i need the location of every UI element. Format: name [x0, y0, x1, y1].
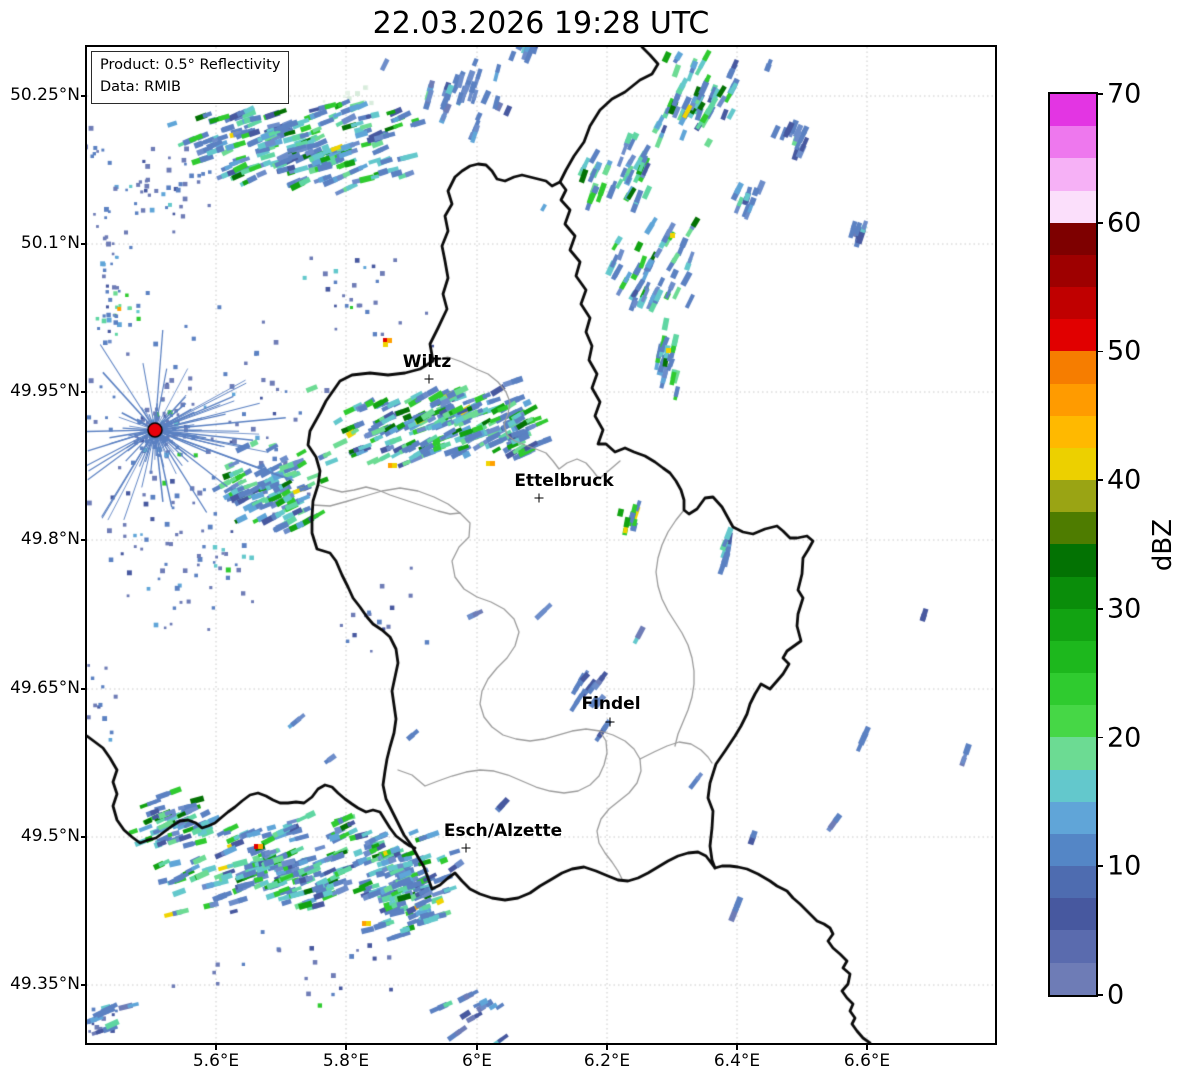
radar-map-canvas	[87, 47, 995, 1043]
x-tick-label: 6.4°E	[713, 1051, 761, 1071]
colorbar-tick-label: 40	[1107, 464, 1142, 496]
colorbar-segment	[1050, 801, 1096, 834]
colorbar-tick-label: 10	[1107, 850, 1142, 882]
y-tick-mark	[81, 688, 86, 690]
city-label: Esch/Alzette	[443, 821, 563, 841]
colorbar-segment	[1050, 319, 1096, 352]
colorbar-tick-mark	[1097, 736, 1103, 739]
colorbar-segment	[1050, 512, 1096, 545]
y-tick-label: 49.65°N	[10, 678, 80, 698]
x-tick-mark	[866, 1045, 868, 1050]
x-tick-label: 5.8°E	[322, 1051, 370, 1071]
city-label: Findel	[581, 694, 641, 714]
colorbar-segment	[1050, 544, 1096, 577]
colorbar-tick-mark	[1097, 221, 1103, 224]
city-marker-cross	[534, 493, 545, 504]
x-tick-mark	[736, 1045, 738, 1050]
colorbar	[1050, 94, 1096, 995]
colorbar-segment	[1050, 608, 1096, 641]
colorbar-unit-label: dBZ	[1148, 518, 1178, 572]
colorbar-tick-label: 50	[1107, 335, 1142, 367]
colorbar-tick-mark	[1097, 93, 1103, 95]
product-info-box: Product: 0.5° Reflectivity Data: RMIB	[91, 51, 290, 104]
city-label: Wiltz	[402, 352, 452, 372]
y-tick-mark	[81, 243, 86, 245]
colorbar-segment	[1050, 383, 1096, 416]
colorbar-tick-label: 30	[1107, 593, 1142, 625]
colorbar-segment	[1050, 640, 1096, 674]
colorbar-segment	[1050, 898, 1096, 931]
x-tick-label: 5.6°E	[192, 1051, 240, 1071]
colorbar-tick-label: 70	[1107, 78, 1142, 110]
y-tick-label: 50.25°N	[10, 85, 80, 105]
colorbar-segment	[1050, 769, 1096, 802]
product-info-line2: Data: RMIB	[100, 78, 181, 95]
colorbar-segment	[1050, 415, 1096, 448]
city-marker-cross	[605, 717, 616, 728]
colorbar-segment	[1050, 94, 1096, 127]
city-label: Ettelbruck	[514, 471, 614, 491]
colorbar-segment	[1050, 222, 1096, 255]
colorbar-segment	[1050, 287, 1096, 320]
x-tick-mark	[606, 1045, 608, 1050]
figure-title: 22.03.2026 19:28 UTC	[372, 6, 710, 41]
colorbar-segment	[1050, 190, 1096, 223]
y-tick-label: 49.8°N	[20, 529, 80, 549]
colorbar-tick-label: 0	[1107, 979, 1125, 1011]
x-tick-label: 6°E	[461, 1051, 493, 1071]
colorbar-segment	[1050, 351, 1096, 384]
colorbar-segment	[1050, 833, 1096, 867]
colorbar-tick-mark	[1097, 608, 1103, 610]
colorbar-segment	[1050, 962, 1096, 995]
y-tick-label: 49.35°N	[10, 974, 80, 994]
colorbar-tick-mark	[1097, 865, 1103, 868]
colorbar-tick-mark	[1097, 994, 1103, 996]
colorbar-segment	[1050, 705, 1096, 738]
y-tick-mark	[81, 836, 86, 838]
colorbar-segment	[1050, 737, 1096, 770]
radar-figure: 22.03.2026 19:28 UTC Product: 0.5° Refle…	[0, 0, 1184, 1081]
y-tick-mark	[81, 984, 86, 986]
x-tick-label: 6.2°E	[583, 1051, 631, 1071]
product-info-line1: Product: 0.5° Reflectivity	[100, 57, 281, 73]
colorbar-tick-mark	[1097, 479, 1103, 481]
colorbar-segment	[1050, 480, 1096, 513]
colorbar-segment	[1050, 254, 1096, 288]
colorbar-segment	[1050, 447, 1096, 481]
colorbar-segment	[1050, 158, 1096, 191]
colorbar-segment	[1050, 866, 1096, 899]
x-tick-label: 6.6°E	[843, 1051, 891, 1071]
city-marker-cross	[424, 374, 435, 385]
colorbar-tick-label: 60	[1107, 207, 1142, 239]
colorbar-tick-label: 20	[1107, 722, 1142, 754]
y-tick-label: 50.1°N	[20, 233, 80, 253]
y-tick-mark	[81, 539, 86, 541]
colorbar-segment	[1050, 930, 1096, 963]
colorbar-segment	[1050, 576, 1096, 609]
city-marker-cross	[461, 843, 472, 854]
y-tick-label: 49.5°N	[20, 826, 80, 846]
colorbar-segment	[1050, 126, 1096, 159]
colorbar-tick-mark	[1097, 350, 1103, 353]
y-tick-mark	[81, 391, 86, 393]
x-tick-mark	[345, 1045, 347, 1050]
x-tick-mark	[215, 1045, 217, 1050]
y-tick-mark	[81, 95, 86, 97]
x-tick-mark	[476, 1045, 478, 1050]
y-tick-label: 49.95°N	[10, 381, 80, 401]
colorbar-segment	[1050, 673, 1096, 706]
